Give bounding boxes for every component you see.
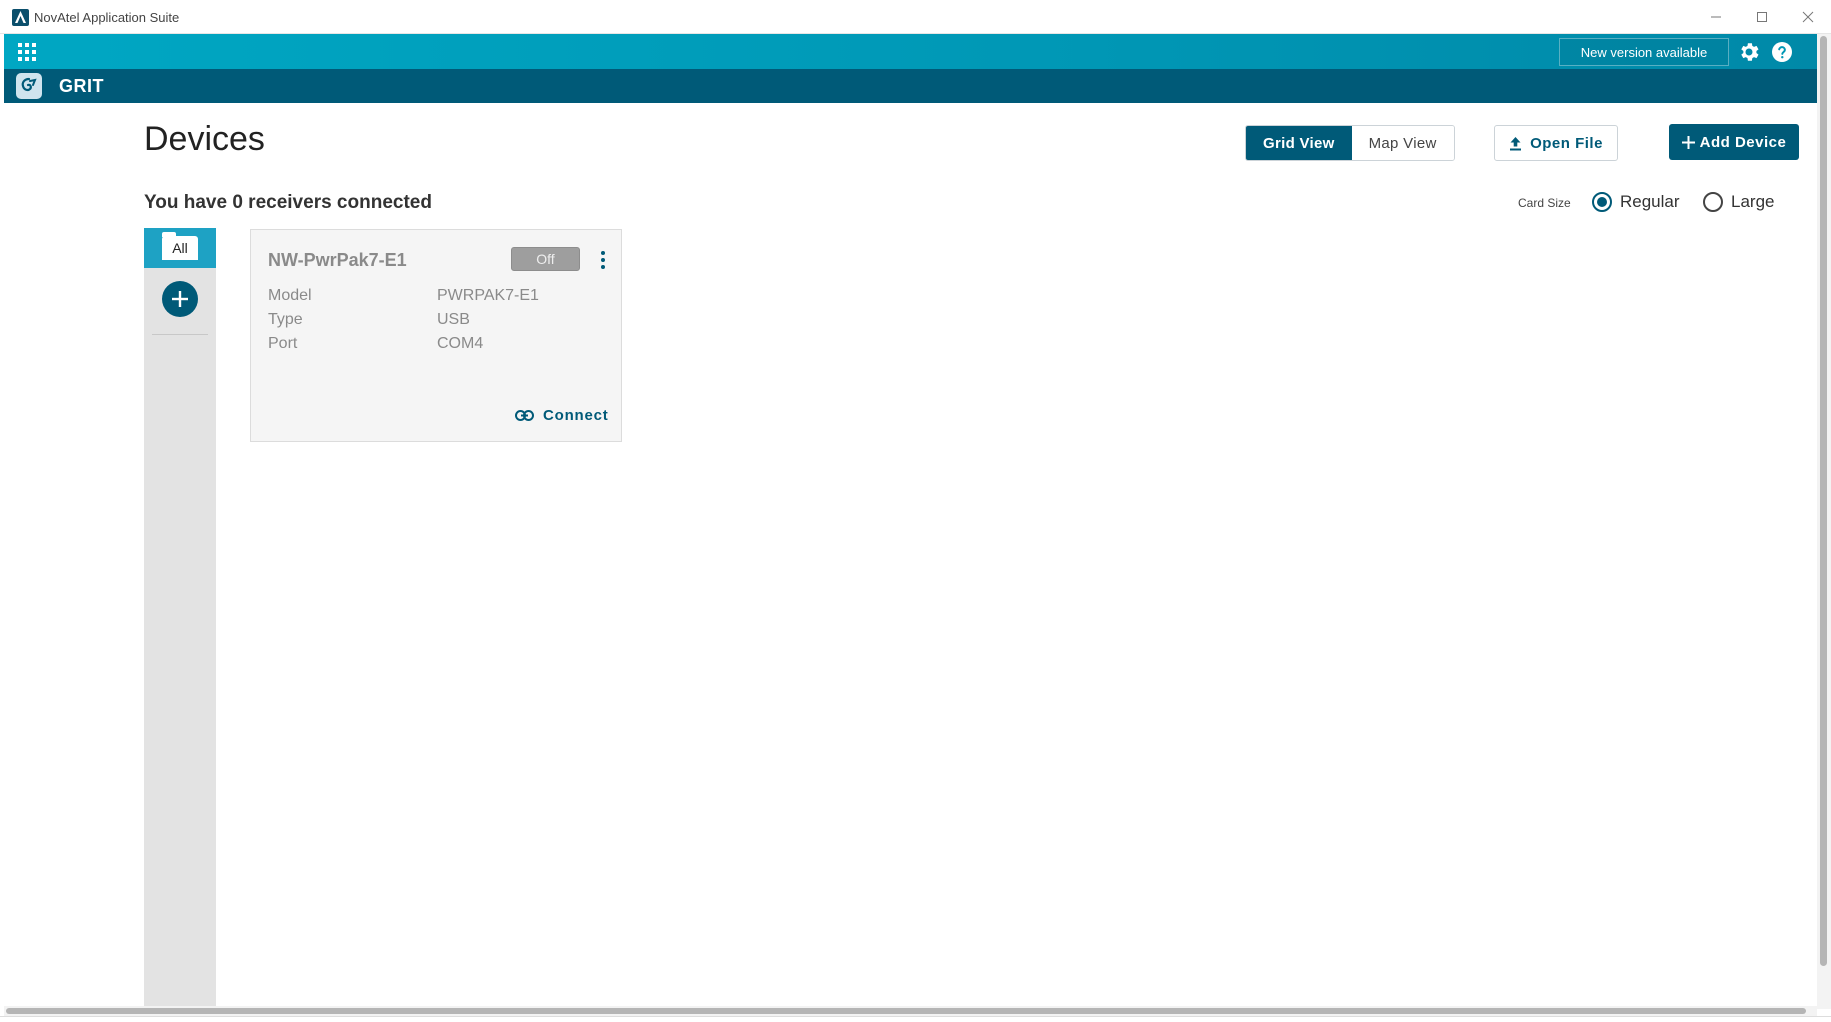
close-icon: [1802, 11, 1814, 23]
device-field-value: USB: [437, 311, 470, 328]
window-title: NovAtel Application Suite: [34, 10, 180, 25]
device-card[interactable]: NW-PwrPak7-E1 Off Model PWRPAK7-E1 Type …: [250, 229, 622, 442]
device-status-badge: Off: [511, 247, 580, 271]
device-field-value: PWRPAK7-E1: [437, 287, 539, 304]
radio-circle: [1703, 192, 1723, 212]
receivers-count-text: You have 0 receivers connected: [144, 192, 432, 213]
grit-logo-icon: [16, 73, 42, 99]
device-field-value: COM4: [437, 335, 484, 352]
open-file-button[interactable]: Open File: [1494, 125, 1618, 161]
window-bottom-border: [0, 1016, 1831, 1022]
card-size-regular-radio[interactable]: Regular: [1592, 192, 1680, 212]
maximize-icon: [1757, 12, 1767, 22]
vertical-scrollbar[interactable]: [1817, 34, 1831, 1009]
minimize-icon: [1711, 16, 1721, 18]
help-icon[interactable]: [1770, 40, 1794, 64]
horizontal-scrollbar[interactable]: [4, 1006, 1817, 1016]
add-device-label: Add Device: [1699, 133, 1787, 151]
group-all-label: All: [172, 240, 188, 256]
app-name: GRIT: [59, 76, 104, 96]
add-device-button[interactable]: Add Device: [1669, 124, 1799, 160]
device-field-key: Type: [268, 311, 303, 328]
radio-label: Regular: [1620, 192, 1680, 211]
close-button[interactable]: [1785, 0, 1831, 34]
group-all-tab[interactable]: All: [144, 228, 216, 268]
add-group-button[interactable]: [162, 281, 198, 317]
open-file-label: Open File: [1530, 134, 1603, 152]
kebab-menu-icon[interactable]: [598, 249, 608, 271]
window-controls: [1693, 0, 1831, 34]
device-field-key: Port: [268, 335, 298, 352]
group-divider: [152, 334, 208, 335]
radio-label: Large: [1731, 192, 1775, 211]
gear-icon[interactable]: [1737, 40, 1761, 64]
maximize-button[interactable]: [1739, 0, 1785, 34]
device-group-panel: All: [144, 228, 216, 1007]
folder-icon: All: [162, 232, 198, 260]
connect-label: Connect: [543, 407, 609, 424]
new-version-button[interactable]: New version available: [1559, 38, 1729, 66]
link-icon: [515, 410, 534, 421]
vertical-scroll-thumb[interactable]: [1820, 36, 1827, 966]
connect-button[interactable]: Connect: [515, 407, 609, 424]
apps-grid-icon[interactable]: [18, 43, 36, 61]
app-logo-icon: [12, 9, 29, 26]
horizontal-scroll-thumb[interactable]: [6, 1008, 1806, 1014]
window-titlebar: NovAtel Application Suite: [0, 0, 1831, 34]
minimize-button[interactable]: [1693, 0, 1739, 34]
app-header: New version available: [4, 34, 1817, 69]
page-title: Devices: [144, 120, 265, 158]
plus-icon: [1681, 135, 1695, 149]
card-size-label: Card Size: [1518, 196, 1571, 210]
device-name: NW-PwrPak7-E1: [268, 250, 407, 270]
card-size-large-radio[interactable]: Large: [1703, 192, 1774, 212]
plus-icon: [172, 291, 188, 307]
grid-view-button[interactable]: Grid View: [1246, 126, 1352, 160]
view-toggle: Grid View Map View: [1245, 125, 1455, 161]
upload-icon: [1510, 136, 1522, 150]
device-field-key: Model: [268, 287, 312, 304]
radio-circle-checked: [1592, 192, 1612, 212]
app-subheader: GRIT: [4, 69, 1817, 103]
map-view-button[interactable]: Map View: [1351, 126, 1454, 160]
